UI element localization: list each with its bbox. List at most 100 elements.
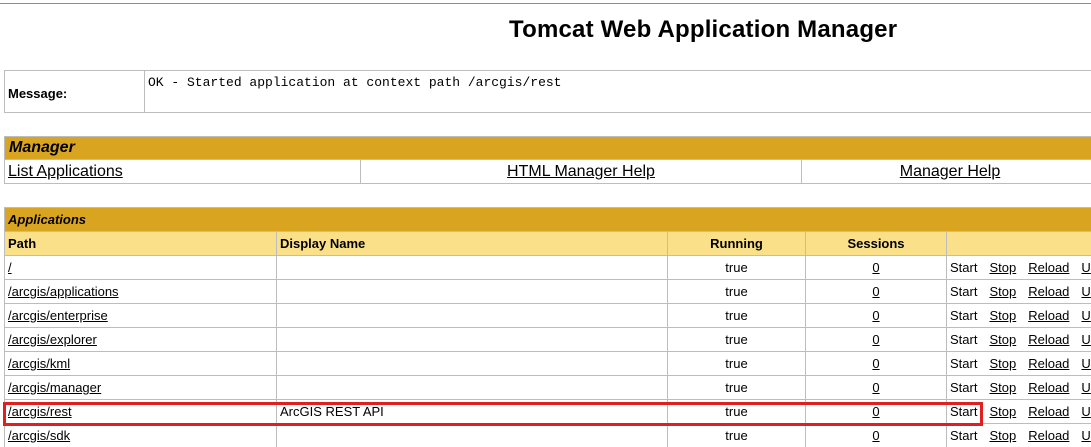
undeploy-link[interactable]: U bbox=[1081, 356, 1090, 371]
reload-link[interactable]: Reload bbox=[1028, 428, 1069, 443]
sessions-link[interactable]: 0 bbox=[872, 380, 879, 395]
page: Tomcat Web Application Manager Message: … bbox=[0, 0, 1091, 447]
display-name-cell bbox=[276, 303, 668, 328]
html-manager-help-link[interactable]: HTML Manager Help bbox=[507, 163, 655, 180]
path-cell: /arcgis/applications bbox=[4, 279, 277, 304]
stop-link[interactable]: Stop bbox=[989, 260, 1016, 275]
path-link[interactable]: /arcgis/kml bbox=[8, 356, 70, 371]
table-row: /arcgis/explorer true 0 Start Stop Reload U bbox=[4, 327, 1091, 352]
path-cell: /arcgis/explorer bbox=[4, 327, 277, 352]
path-cell: /arcgis/kml bbox=[4, 351, 277, 376]
commands-cell: Start Stop Reload U bbox=[945, 399, 1091, 424]
sessions-link[interactable]: 0 bbox=[872, 308, 879, 323]
column-header-path: Path bbox=[4, 231, 277, 256]
column-header-commands bbox=[945, 231, 1091, 256]
reload-link[interactable]: Reload bbox=[1028, 332, 1069, 347]
undeploy-link[interactable]: U bbox=[1081, 332, 1090, 347]
display-name-cell: ArcGIS REST API bbox=[276, 399, 668, 424]
running-cell: true bbox=[667, 255, 806, 280]
stop-link[interactable]: Stop bbox=[989, 308, 1016, 323]
undeploy-link[interactable]: U bbox=[1081, 404, 1090, 419]
path-link[interactable]: /arcgis/manager bbox=[8, 380, 101, 395]
path-cell: /arcgis/manager bbox=[4, 375, 277, 400]
start-command[interactable]: Start bbox=[950, 428, 977, 443]
sessions-cell: 0 bbox=[805, 327, 947, 352]
stop-link[interactable]: Stop bbox=[989, 404, 1016, 419]
page-title: Tomcat Web Application Manager bbox=[509, 16, 898, 43]
applications-table: Applications Path Display Name Running S… bbox=[3, 207, 1091, 447]
list-applications-link[interactable]: List Applications bbox=[8, 163, 123, 180]
start-command[interactable]: Start bbox=[950, 380, 977, 395]
sessions-link[interactable]: 0 bbox=[872, 356, 879, 371]
table-row: /arcgis/applications true 0 Start Stop Rel… bbox=[4, 279, 1091, 304]
sessions-cell: 0 bbox=[805, 303, 947, 328]
start-command[interactable]: Start bbox=[950, 308, 977, 323]
reload-link[interactable]: Reload bbox=[1028, 404, 1069, 419]
manager-link-cell: List Applications bbox=[4, 159, 361, 184]
path-link[interactable]: / bbox=[8, 260, 12, 275]
stop-link[interactable]: Stop bbox=[989, 284, 1016, 299]
manager-help-link[interactable]: Manager Help bbox=[900, 163, 1001, 180]
path-cell: / bbox=[4, 255, 277, 280]
sessions-cell: 0 bbox=[805, 255, 947, 280]
undeploy-link[interactable]: U bbox=[1081, 308, 1090, 323]
undeploy-link[interactable]: U bbox=[1081, 428, 1090, 443]
undeploy-link[interactable]: U bbox=[1081, 260, 1090, 275]
start-command[interactable]: Start bbox=[950, 284, 977, 299]
undeploy-link[interactable]: U bbox=[1081, 284, 1090, 299]
commands-cell: Start Stop Reload U bbox=[945, 375, 1091, 400]
running-cell: true bbox=[667, 351, 806, 376]
display-name-cell bbox=[276, 351, 668, 376]
sessions-cell: 0 bbox=[805, 375, 947, 400]
message-box: Message: OK - Started application at con… bbox=[4, 70, 1091, 113]
stop-link[interactable]: Stop bbox=[989, 428, 1016, 443]
sessions-link[interactable]: 0 bbox=[872, 428, 879, 443]
running-cell: true bbox=[667, 375, 806, 400]
sessions-cell: 0 bbox=[805, 279, 947, 304]
reload-link[interactable]: Reload bbox=[1028, 284, 1069, 299]
top-rule bbox=[0, 3, 1091, 4]
undeploy-link[interactable]: U bbox=[1081, 380, 1090, 395]
running-cell: true bbox=[667, 303, 806, 328]
display-name-cell bbox=[276, 279, 668, 304]
running-cell: true bbox=[667, 399, 806, 424]
start-command[interactable]: Start bbox=[950, 404, 977, 419]
path-link[interactable]: /arcgis/explorer bbox=[8, 332, 97, 347]
manager-section: Manager List Applications HTML Manager H… bbox=[4, 136, 1091, 184]
message-label: Message: bbox=[4, 70, 145, 113]
column-header-sessions: Sessions bbox=[805, 231, 947, 256]
reload-link[interactable]: Reload bbox=[1028, 380, 1069, 395]
start-command[interactable]: Start bbox=[950, 332, 977, 347]
column-header-row: Path Display Name Running Sessions bbox=[4, 231, 1091, 256]
manager-link-cell: Manager Help bbox=[801, 159, 1091, 184]
sessions-cell: 0 bbox=[805, 399, 947, 424]
sessions-link[interactable]: 0 bbox=[872, 404, 879, 419]
stop-link[interactable]: Stop bbox=[989, 332, 1016, 347]
sessions-link[interactable]: 0 bbox=[872, 284, 879, 299]
table-row: /arcgis/kml true 0 Start Stop Reload U bbox=[4, 351, 1091, 376]
path-cell: /arcgis/rest bbox=[4, 399, 277, 424]
path-link[interactable]: /arcgis/sdk bbox=[8, 428, 70, 443]
path-link[interactable]: /arcgis/enterprise bbox=[8, 308, 108, 323]
applications-header: Applications bbox=[3, 207, 1091, 232]
sessions-cell: 0 bbox=[805, 351, 947, 376]
commands-cell: Start Stop Reload U bbox=[945, 279, 1091, 304]
start-command[interactable]: Start bbox=[950, 260, 977, 275]
table-row: /arcgis/manager true 0 Start Stop Reload U bbox=[4, 375, 1091, 400]
path-link[interactable]: /arcgis/applications bbox=[8, 284, 119, 299]
sessions-link[interactable]: 0 bbox=[872, 260, 879, 275]
start-command[interactable]: Start bbox=[950, 356, 977, 371]
display-name-cell bbox=[276, 327, 668, 352]
stop-link[interactable]: Stop bbox=[989, 356, 1016, 371]
path-link[interactable]: /arcgis/rest bbox=[8, 404, 72, 419]
reload-link[interactable]: Reload bbox=[1028, 356, 1069, 371]
stop-link[interactable]: Stop bbox=[989, 380, 1016, 395]
display-name-cell bbox=[276, 375, 668, 400]
commands-cell: Start Stop Reload U bbox=[945, 303, 1091, 328]
table-row: /arcgis/rest ArcGIS REST API true 0 Star… bbox=[4, 399, 1091, 424]
reload-link[interactable]: Reload bbox=[1028, 260, 1069, 275]
reload-link[interactable]: Reload bbox=[1028, 308, 1069, 323]
running-cell: true bbox=[667, 423, 806, 447]
sessions-link[interactable]: 0 bbox=[872, 332, 879, 347]
message-text: OK - Started application at context path… bbox=[144, 70, 1091, 113]
